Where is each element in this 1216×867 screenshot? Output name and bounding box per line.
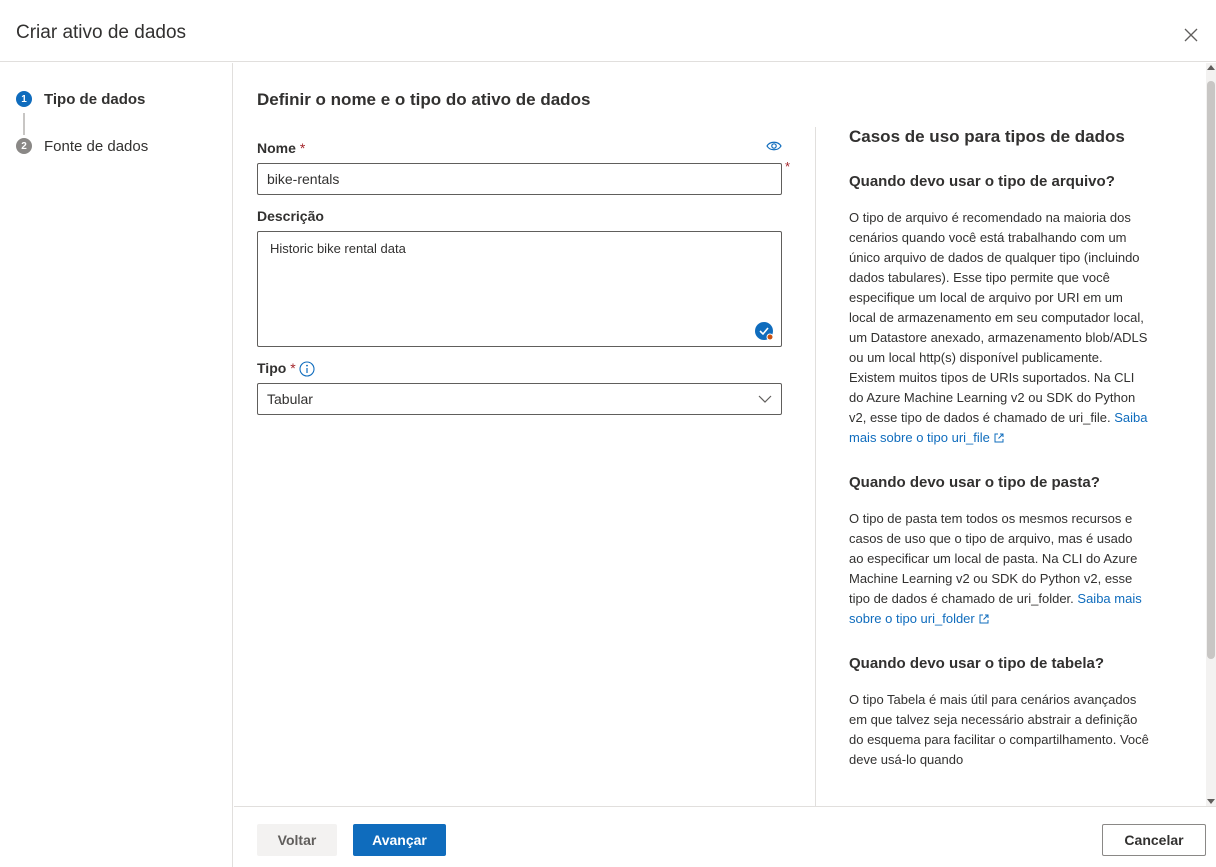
folder-type-heading: Quando devo usar o tipo de pasta? [849, 474, 1100, 491]
type-label: Tipo * [257, 360, 296, 376]
close-icon [1184, 28, 1198, 42]
external-link-icon [979, 614, 989, 624]
close-button[interactable] [1178, 22, 1204, 48]
cancel-button[interactable]: Cancelar [1102, 824, 1206, 856]
scrollbar[interactable] [1206, 63, 1216, 806]
form-title: Definir o nome e o tipo do ativo de dado… [257, 90, 591, 109]
chevron-down-icon [758, 395, 772, 403]
step-label: Fonte de dados [44, 137, 149, 155]
required-mark: * [299, 140, 306, 156]
info-panel-title: Casos de uso para tipos de dados [849, 127, 1125, 146]
check-badge-icon [755, 322, 774, 341]
next-button[interactable]: Avançar [353, 824, 446, 856]
main-content: Definir o nome e o tipo do ativo de dado… [234, 63, 1206, 806]
required-mark: * [290, 360, 296, 376]
info-panel: Casos de uso para tipos de dados Quando … [849, 127, 1149, 770]
name-input[interactable]: bike-rentals [257, 163, 782, 195]
file-type-heading: Quando devo usar o tipo de arquivo? [849, 173, 1115, 190]
description-label: Descrição [257, 208, 324, 224]
eye-icon[interactable] [766, 140, 782, 152]
name-label: Nome * [257, 140, 306, 156]
dialog-header: Criar ativo de dados [0, 0, 1216, 62]
table-type-heading: Quando devo usar o tipo de tabela? [849, 655, 1105, 672]
required-mark: * [785, 159, 791, 174]
scroll-down-arrow[interactable] [1207, 799, 1215, 804]
folder-type-text: O tipo de pasta tem todos os mesmos recu… [849, 511, 1142, 626]
info-icon[interactable] [299, 361, 315, 377]
external-link-icon [994, 433, 1004, 443]
panel-divider [815, 127, 816, 806]
back-button[interactable]: Voltar [257, 824, 337, 856]
type-select-value: Tabular [267, 391, 313, 407]
scroll-up-arrow[interactable] [1207, 65, 1215, 70]
step-number-badge: 1 [16, 91, 32, 107]
wizard-steps: 1 Tipo de dados 2 Fonte de dados [0, 63, 233, 867]
scroll-thumb[interactable] [1207, 81, 1215, 659]
step-tipo-de-dados[interactable]: 1 Tipo de dados [16, 88, 145, 110]
description-textarea[interactable]: Historic bike rental data [257, 231, 782, 347]
type-select[interactable]: Tabular [257, 383, 782, 415]
step-label: Tipo de dados [44, 90, 146, 108]
step-fonte-de-dados[interactable]: 2 Fonte de dados [16, 135, 148, 157]
table-type-text: O tipo Tabela é mais útil para cenários … [849, 692, 1149, 767]
dialog-title: Criar ativo de dados [16, 22, 187, 43]
step-number-badge: 2 [16, 138, 32, 154]
file-type-text: O tipo de arquivo é recomendado na maior… [849, 210, 1148, 445]
dialog-footer: Voltar Avançar Cancelar [234, 806, 1216, 867]
step-connector [23, 113, 25, 135]
